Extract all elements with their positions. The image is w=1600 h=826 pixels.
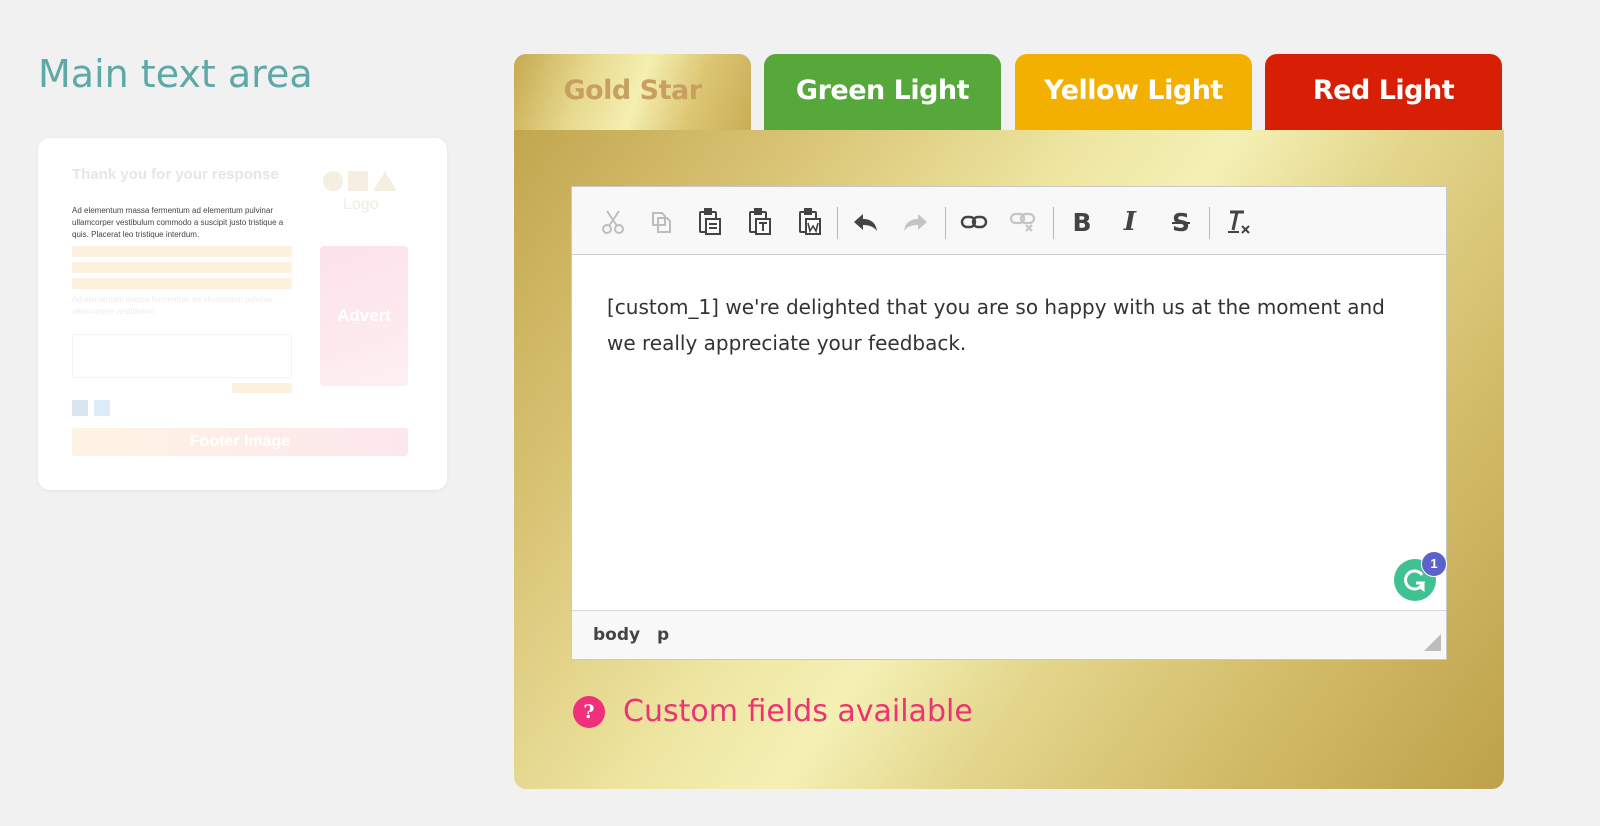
preview-footer-image: Footer Image — [72, 428, 408, 456]
paste-icon[interactable] — [693, 205, 727, 239]
link-icon[interactable] — [957, 205, 991, 239]
help-icon[interactable]: ? — [573, 696, 605, 728]
preview-logo: Logo — [343, 196, 379, 213]
gold-star-panel: B I S [custom_1] we're delighted that yo… — [514, 130, 1504, 789]
paste-text-icon[interactable] — [743, 205, 777, 239]
preview-title: Thank you for your response — [72, 166, 279, 183]
preview-button-3 — [72, 278, 292, 289]
preview-button-1 — [72, 246, 292, 257]
grammarly-badge: 1 — [1421, 551, 1447, 577]
preview-advert-label: Advert — [337, 306, 391, 325]
preview-textbox — [72, 334, 292, 378]
page-title: Main text area — [38, 52, 313, 96]
undo-icon[interactable] — [849, 205, 883, 239]
preview-advert: Advert — [320, 246, 408, 386]
rich-text-editor[interactable]: B I S [custom_1] we're delighted that yo… — [571, 186, 1447, 660]
custom-fields-link[interactable]: Custom fields available — [623, 694, 973, 729]
path-p[interactable]: p — [657, 625, 669, 645]
preview-body-text: Ad elementum massa fermentum ad elementu… — [72, 206, 284, 239]
rating-tabs: Gold Star Green Light Yellow Light Red L… — [514, 54, 1504, 132]
tab-gold-star[interactable]: Gold Star — [514, 54, 751, 132]
twitter-icon — [94, 400, 110, 416]
paste-word-icon[interactable] — [793, 205, 827, 239]
preview-foot-text: Ad elementum massa fermentum ad elementu… — [72, 295, 273, 316]
editor-statusbar: body p — [572, 610, 1446, 659]
editor-toolbar: B I S — [572, 187, 1446, 255]
path-body[interactable]: body — [593, 625, 640, 645]
italic-icon[interactable]: I — [1113, 205, 1147, 239]
tab-yellow-light[interactable]: Yellow Light — [1015, 54, 1252, 132]
resize-handle[interactable] — [1424, 634, 1441, 651]
preview-submit — [232, 383, 292, 393]
redo-icon[interactable] — [898, 205, 932, 239]
editor-content[interactable]: [custom_1] we're delighted that you are … — [607, 289, 1406, 361]
tab-green-light[interactable]: Green Light — [764, 54, 1001, 132]
copy-icon[interactable] — [644, 205, 678, 239]
preview-button-2 — [72, 262, 292, 273]
facebook-icon — [72, 400, 88, 416]
unlink-icon[interactable] — [1006, 205, 1040, 239]
logo-shapes-icon — [323, 171, 397, 191]
email-preview-card[interactable]: Thank you for your response Ad elementum… — [38, 138, 447, 490]
bold-icon[interactable]: B — [1065, 205, 1099, 239]
toolbar-separator — [1053, 207, 1054, 239]
cut-icon[interactable] — [596, 205, 630, 239]
toolbar-separator — [945, 207, 946, 239]
tab-red-light[interactable]: Red Light — [1265, 54, 1502, 132]
toolbar-separator — [837, 207, 838, 239]
remove-format-icon[interactable] — [1222, 205, 1256, 239]
strikethrough-icon[interactable]: S — [1164, 205, 1198, 239]
toolbar-separator — [1209, 207, 1210, 239]
